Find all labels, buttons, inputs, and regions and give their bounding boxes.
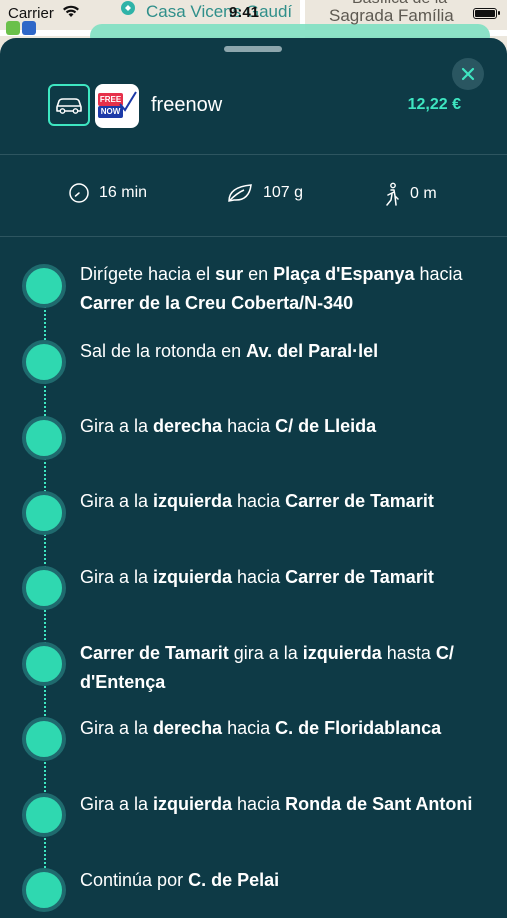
- step-emphasis: C. de Pelai: [188, 870, 280, 890]
- step-instruction: Sal de la rotonda en Av. del Paral·lel: [80, 337, 480, 366]
- divider: [0, 236, 507, 237]
- divider: [0, 154, 507, 155]
- walk-value: 0 m: [410, 185, 437, 202]
- step-text-part: hasta: [381, 643, 436, 663]
- carrier-label: Carrier: [8, 5, 54, 22]
- step-marker-icon: [22, 642, 66, 686]
- step-marker-icon: [22, 491, 66, 535]
- step-emphasis: izquierda: [153, 491, 233, 511]
- step-text-part: Gira a la: [80, 416, 154, 436]
- step-emphasis: izquierda: [153, 567, 233, 587]
- clock-icon: [69, 183, 89, 203]
- app-badges: [6, 21, 36, 35]
- status-bar: Carrier 9:41: [0, 0, 507, 24]
- step-text-part: Gira a la: [80, 794, 154, 814]
- step-marker-icon: [22, 416, 66, 460]
- step-emphasis: C. de Floridablanca: [275, 718, 442, 738]
- co2-value: 107 g: [263, 184, 304, 201]
- step-instruction: Dirígete hacia el sur en Plaça d'Espanya…: [80, 260, 480, 318]
- step-text-part: hacia: [222, 718, 276, 738]
- step-emphasis: derecha: [153, 718, 223, 738]
- trip-stats: 16 min 107 g 0 m: [0, 176, 507, 216]
- step-emphasis: Av. del Paral·lel: [246, 341, 379, 361]
- ride-price: 12,22 €: [407, 96, 461, 113]
- step-emphasis: Carrer de Tamarit: [285, 491, 434, 511]
- step-emphasis: sur: [215, 264, 244, 284]
- step-emphasis: Carrer de la Creu Coberta/N-340: [80, 293, 354, 313]
- ride-option-header: FREE NOW freenow 12,22 €: [0, 82, 507, 154]
- car-icon: [56, 98, 82, 114]
- walking-icon: [386, 182, 399, 206]
- duration-value: 16 min: [99, 184, 148, 201]
- step-instruction: Continúa por C. de Pelai: [80, 866, 480, 895]
- step-emphasis: Carrer de Tamarit: [285, 567, 434, 587]
- step-text-part: en: [243, 264, 274, 284]
- step-emphasis: C/ de Lleida: [275, 416, 377, 436]
- green-app-icon: [6, 21, 20, 35]
- vehicle-type-badge: [48, 84, 90, 126]
- step-emphasis: Plaça d'Espanya: [273, 264, 415, 284]
- step-marker-icon: [22, 340, 66, 384]
- step-instruction: Gira a la izquierda hacia Carrer de Tama…: [80, 487, 480, 516]
- sheet-grabber[interactable]: [224, 46, 282, 52]
- step-text-part: hacia: [232, 491, 286, 511]
- step-instruction: Gira a la izquierda hacia Carrer de Tama…: [80, 563, 480, 592]
- step-text-part: hacia: [414, 264, 463, 284]
- step-emphasis: izquierda: [153, 794, 233, 814]
- step-marker-icon: [22, 566, 66, 610]
- step-marker-icon: [22, 264, 66, 308]
- logo-check-icon: [119, 91, 137, 112]
- step-text-part: Dirígete hacia el: [80, 264, 216, 284]
- step-instruction: Gira a la derecha hacia C/ de Lleida: [80, 412, 480, 441]
- step-emphasis: izquierda: [302, 643, 382, 663]
- step-instruction: Gira a la izquierda hacia Ronda de Sant …: [80, 790, 480, 819]
- stat-walk: 0 m: [383, 182, 437, 206]
- step-text-part: Continúa por: [80, 870, 189, 890]
- step-text-part: hacia: [222, 416, 276, 436]
- wifi-icon: [63, 5, 79, 17]
- stat-co2: 107 g: [226, 182, 303, 204]
- step-text-part: hacia: [232, 794, 286, 814]
- step-marker-icon: [22, 793, 66, 837]
- step-emphasis: Ronda de Sant Antoni: [285, 794, 473, 814]
- leaf-icon: [228, 184, 252, 202]
- step-instruction: Gira a la derecha hacia C. de Floridabla…: [80, 714, 480, 743]
- step-emphasis: Carrer de Tamarit: [80, 643, 229, 663]
- stat-duration: 16 min: [68, 182, 147, 204]
- step-text-part: Gira a la: [80, 718, 154, 738]
- step-marker-icon: [22, 868, 66, 912]
- step-text-part: Gira a la: [80, 491, 154, 511]
- step-emphasis: derecha: [153, 416, 223, 436]
- provider-name: freenow: [151, 94, 223, 116]
- step-text-part: Gira a la: [80, 567, 154, 587]
- status-time: 9:41: [229, 4, 260, 21]
- freenow-logo: FREE NOW: [95, 84, 139, 128]
- metro-icon: [22, 21, 36, 35]
- battery-icon: [473, 8, 500, 19]
- step-instruction: Carrer de Tamarit gira a la izquierda ha…: [80, 639, 480, 697]
- step-text-part: hacia: [232, 567, 286, 587]
- route-details-sheet: FREE NOW freenow 12,22 € 16 min 107 g 0 …: [0, 38, 507, 918]
- step-marker-icon: [22, 717, 66, 761]
- step-text-part: Sal de la rotonda en: [80, 341, 247, 361]
- close-icon: [461, 67, 475, 81]
- step-text-part: gira a la: [228, 643, 303, 663]
